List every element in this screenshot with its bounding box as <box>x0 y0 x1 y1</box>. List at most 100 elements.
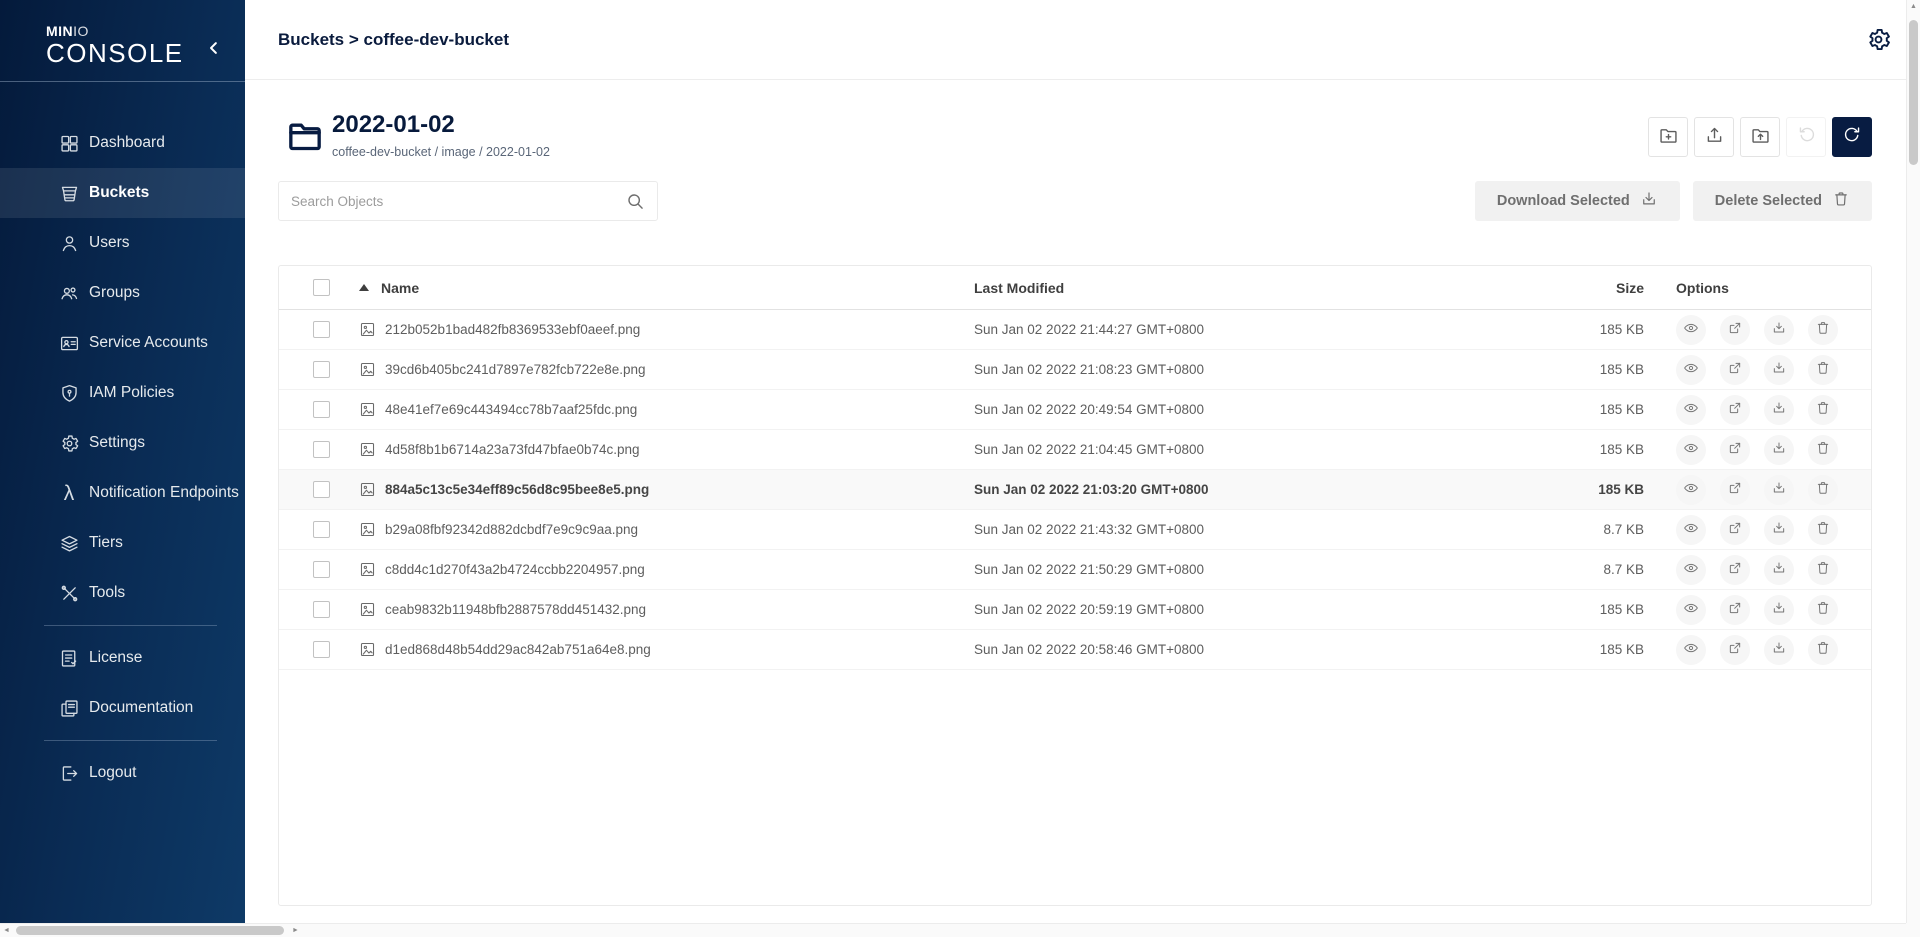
download-selected-button[interactable]: Download Selected <box>1475 181 1680 221</box>
scroll-up-arrow-icon[interactable]: ▲ <box>1907 2 1920 12</box>
preview-button[interactable] <box>1676 395 1706 425</box>
search-objects-input[interactable] <box>291 194 625 209</box>
horizontal-scrollbar[interactable]: ◄ ► <box>0 923 1906 937</box>
scroll-left-arrow-icon[interactable]: ◄ <box>3 926 10 936</box>
row-checkbox[interactable] <box>313 321 330 338</box>
share-button[interactable] <box>1720 595 1750 625</box>
sidebar-collapse-button[interactable] <box>201 36 227 62</box>
object-name[interactable]: 212b052b1bad482fb8369533ebf0aeef.png <box>385 322 640 337</box>
download-button[interactable] <box>1764 395 1794 425</box>
object-name[interactable]: 884a5c13c5e34eff89c56d8c95bee8e5.png <box>385 482 649 497</box>
new-path-button[interactable] <box>1648 117 1688 157</box>
table-row[interactable]: ceab9832b11948bfb2887578dd451432.png Sun… <box>279 590 1871 630</box>
refresh-button[interactable] <box>1832 117 1872 157</box>
table-row[interactable]: c8dd4c1d270f43a2b4724ccbb2204957.png Sun… <box>279 550 1871 590</box>
object-name[interactable]: d1ed868d48b54dd29ac842ab751a64e8.png <box>385 642 651 657</box>
upload-file-button[interactable] <box>1694 117 1734 157</box>
table-row[interactable]: 212b052b1bad482fb8369533ebf0aeef.png Sun… <box>279 310 1871 350</box>
sidebar-item-settings[interactable]: Settings <box>0 418 245 468</box>
delete-button[interactable] <box>1808 315 1838 345</box>
table-row[interactable]: 48e41ef7e69c443494cc78b7aaf25fdc.png Sun… <box>279 390 1871 430</box>
sidebar-item-service-accounts[interactable]: Service Accounts <box>0 318 245 368</box>
horizontal-scrollbar-thumb[interactable] <box>16 926 284 935</box>
download-button[interactable] <box>1764 515 1794 545</box>
object-name[interactable]: b29a08fbf92342d882dcbdf7e9c9c9aa.png <box>385 522 638 537</box>
scroll-right-arrow-icon[interactable]: ► <box>292 926 299 936</box>
rewind-button[interactable] <box>1786 117 1826 157</box>
sidebar-item-buckets[interactable]: Buckets <box>0 168 245 218</box>
sidebar-item-notification-endpoints[interactable]: λ Notification Endpoints <box>0 468 245 518</box>
download-button[interactable] <box>1764 595 1794 625</box>
sidebar-item-iam-policies[interactable]: IAM Policies <box>0 368 245 418</box>
object-name[interactable]: 4d58f8b1b6714a23a73fd47bfae0b74c.png <box>385 442 640 457</box>
delete-button[interactable] <box>1808 595 1838 625</box>
preview-button[interactable] <box>1676 635 1706 665</box>
vertical-scrollbar-thumb[interactable] <box>1909 20 1918 165</box>
download-button[interactable] <box>1764 555 1794 585</box>
row-checkbox[interactable] <box>313 641 330 658</box>
delete-button[interactable] <box>1808 435 1838 465</box>
share-button[interactable] <box>1720 475 1750 505</box>
download-button[interactable] <box>1764 475 1794 505</box>
delete-button[interactable] <box>1808 355 1838 385</box>
breadcrumb[interactable]: Buckets > coffee-dev-bucket <box>278 0 509 80</box>
table-row[interactable]: 884a5c13c5e34eff89c56d8c95bee8e5.png Sun… <box>279 470 1871 510</box>
sidebar-item-dashboard[interactable]: Dashboard <box>0 118 245 168</box>
preview-button[interactable] <box>1676 355 1706 385</box>
preview-button[interactable] <box>1676 475 1706 505</box>
object-name[interactable]: 48e41ef7e69c443494cc78b7aaf25fdc.png <box>385 402 637 417</box>
table-row[interactable]: b29a08fbf92342d882dcbdf7e9c9c9aa.png Sun… <box>279 510 1871 550</box>
row-checkbox[interactable] <box>313 361 330 378</box>
sidebar-item-logout[interactable]: Logout <box>0 748 245 798</box>
upload-folder-button[interactable] <box>1740 117 1780 157</box>
delete-button[interactable] <box>1808 555 1838 585</box>
sidebar-item-license[interactable]: License <box>0 633 245 683</box>
settings-gear-button[interactable] <box>1864 26 1892 54</box>
select-all-checkbox[interactable] <box>313 279 330 296</box>
vertical-scrollbar[interactable]: ▲ <box>1906 0 1920 923</box>
sidebar-item-tiers[interactable]: Tiers <box>0 518 245 568</box>
sidebar-item-users[interactable]: Users <box>0 218 245 268</box>
column-header-size[interactable]: Size <box>1534 280 1644 296</box>
preview-button[interactable] <box>1676 595 1706 625</box>
row-checkbox[interactable] <box>313 441 330 458</box>
share-button[interactable] <box>1720 395 1750 425</box>
object-name[interactable]: ceab9832b11948bfb2887578dd451432.png <box>385 602 646 617</box>
sidebar-item-documentation[interactable]: Documentation <box>0 683 245 733</box>
table-row[interactable]: 4d58f8b1b6714a23a73fd47bfae0b74c.png Sun… <box>279 430 1871 470</box>
download-button[interactable] <box>1764 635 1794 665</box>
share-button[interactable] <box>1720 435 1750 465</box>
share-button[interactable] <box>1720 515 1750 545</box>
share-button[interactable] <box>1720 635 1750 665</box>
table-row[interactable]: d1ed868d48b54dd29ac842ab751a64e8.png Sun… <box>279 630 1871 670</box>
share-button[interactable] <box>1720 315 1750 345</box>
row-checkbox[interactable] <box>313 401 330 418</box>
object-path[interactable]: coffee-dev-bucket / image / 2022-01-02 <box>332 145 550 159</box>
object-name[interactable]: 39cd6b405bc241d7897e782fcb722e8e.png <box>385 362 646 377</box>
download-button[interactable] <box>1764 315 1794 345</box>
download-button[interactable] <box>1764 435 1794 465</box>
sidebar-item-groups[interactable]: Groups <box>0 268 245 318</box>
delete-button[interactable] <box>1808 395 1838 425</box>
download-button[interactable] <box>1764 355 1794 385</box>
row-checkbox[interactable] <box>313 601 330 618</box>
delete-button[interactable] <box>1808 515 1838 545</box>
preview-button[interactable] <box>1676 435 1706 465</box>
sidebar-item-tools[interactable]: Tools <box>0 568 245 618</box>
preview-button[interactable] <box>1676 555 1706 585</box>
share-button[interactable] <box>1720 555 1750 585</box>
share-button[interactable] <box>1720 355 1750 385</box>
table-row[interactable]: 39cd6b405bc241d7897e782fcb722e8e.png Sun… <box>279 350 1871 390</box>
row-checkbox[interactable] <box>313 561 330 578</box>
column-header-name[interactable]: Name <box>381 280 419 296</box>
delete-button[interactable] <box>1808 635 1838 665</box>
delete-button[interactable] <box>1808 475 1838 505</box>
row-checkbox[interactable] <box>313 521 330 538</box>
object-name[interactable]: c8dd4c1d270f43a2b4724ccbb2204957.png <box>385 562 645 577</box>
column-header-last-modified[interactable]: Last Modified <box>974 280 1534 296</box>
row-checkbox[interactable] <box>313 481 330 498</box>
delete-selected-button[interactable]: Delete Selected <box>1693 181 1872 221</box>
preview-button[interactable] <box>1676 515 1706 545</box>
preview-button[interactable] <box>1676 315 1706 345</box>
sort-asc-icon[interactable] <box>359 284 369 291</box>
